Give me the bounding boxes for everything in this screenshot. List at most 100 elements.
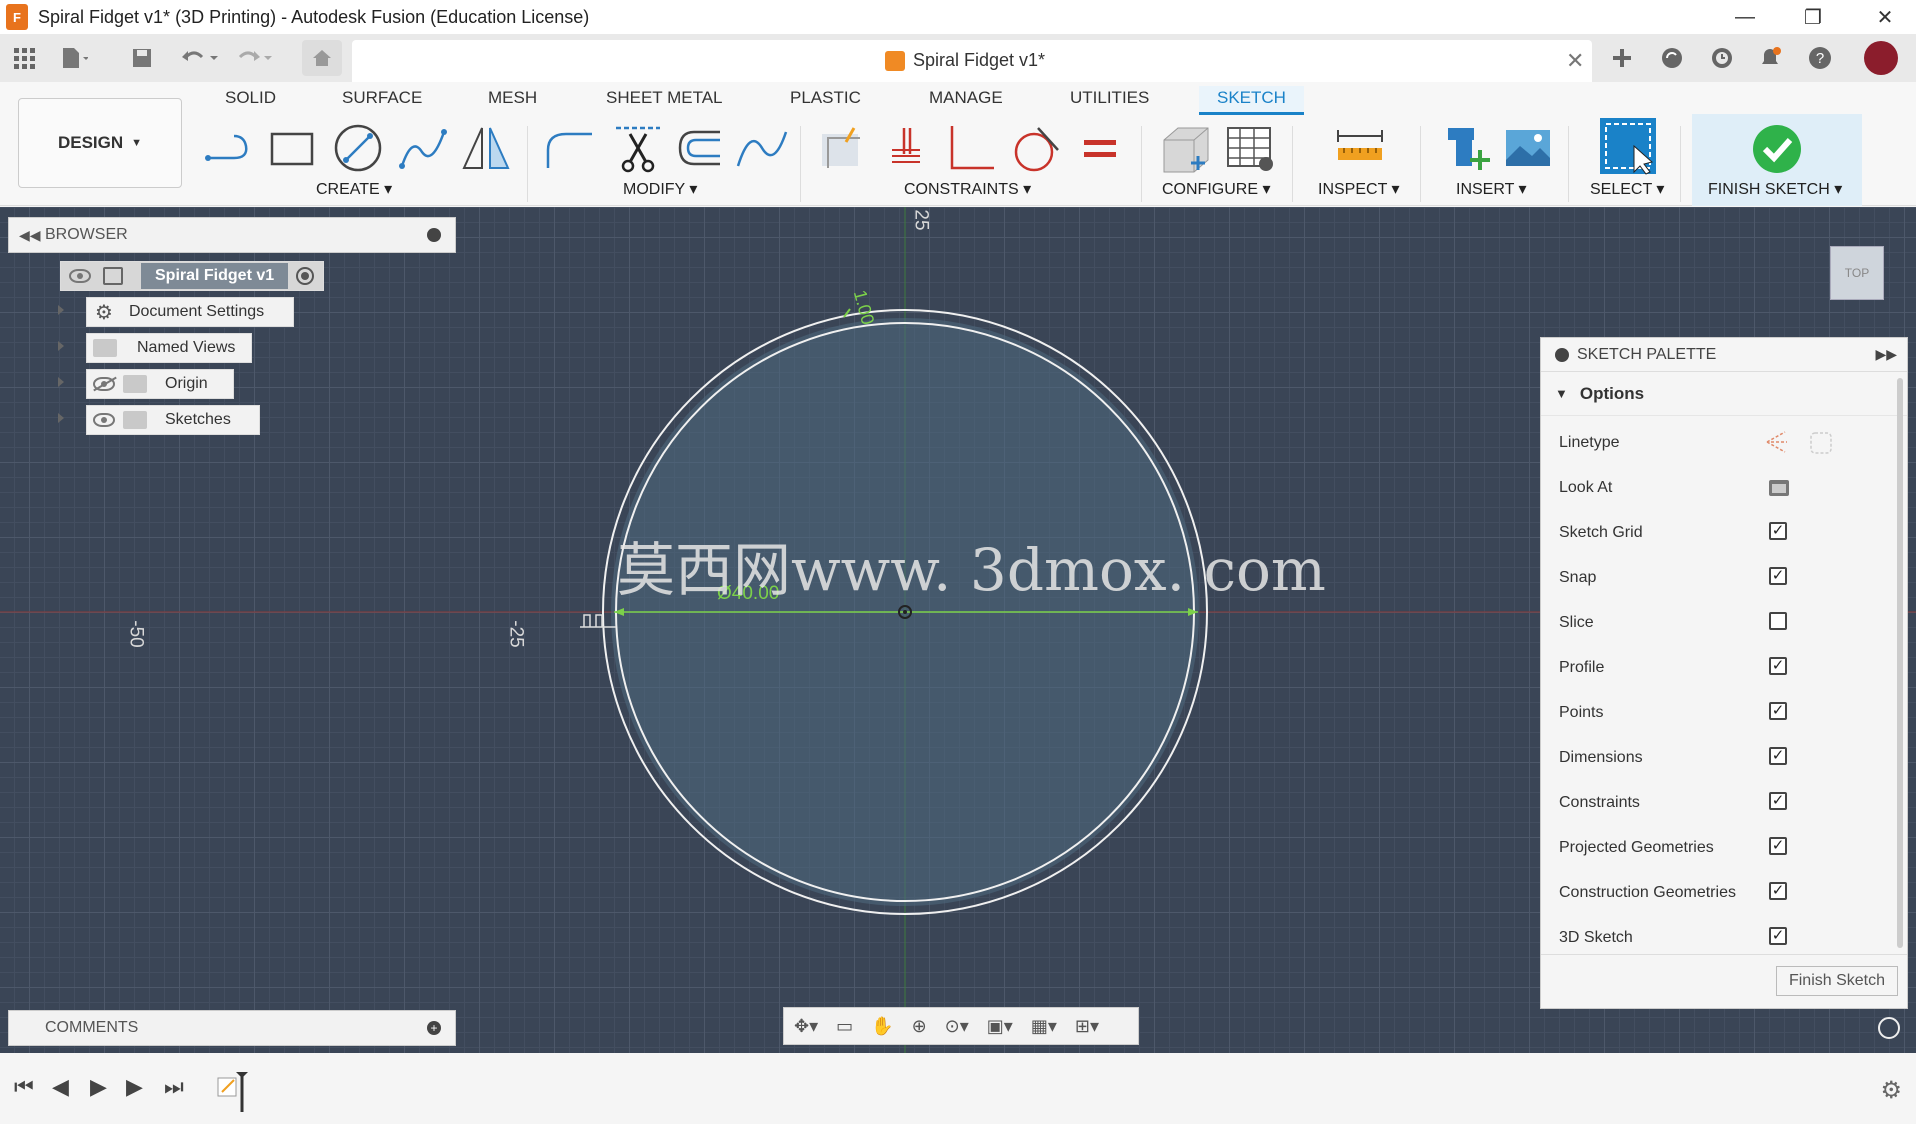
dimensions-checkbox[interactable]: ✓ <box>1769 747 1787 765</box>
close-window-button[interactable]: ✕ <box>1860 0 1910 34</box>
gear-icon[interactable]: ⚙ <box>1880 1076 1902 1105</box>
collapse-panel-icon[interactable]: ◀◀ <box>19 227 41 244</box>
step-back-icon[interactable]: ◀ <box>52 1074 69 1100</box>
expand-arrow-icon[interactable] <box>58 305 64 315</box>
tab-solid[interactable]: SOLID <box>225 88 276 108</box>
constraints-menu[interactable]: CONSTRAINTS ▾ <box>904 179 1031 199</box>
apps-grid-icon[interactable] <box>10 44 38 72</box>
insert-canvas-icon[interactable] <box>1500 120 1556 176</box>
projected-geometries-checkbox[interactable]: ✓ <box>1769 837 1787 855</box>
minimize-panel-icon[interactable] <box>427 228 441 242</box>
job-status-icon[interactable] <box>1708 44 1736 72</box>
trim-tool-icon[interactable] <box>610 120 666 176</box>
browser-panel-header[interactable]: ◀◀ BROWSER <box>8 217 456 253</box>
close-tab-button[interactable]: ✕ <box>1566 48 1584 74</box>
tab-sheet-metal[interactable]: SHEET METAL <box>606 88 723 108</box>
grid-settings-icon[interactable]: ▦▾ <box>1031 1016 1057 1037</box>
tab-surface[interactable]: SURFACE <box>342 88 422 108</box>
constraints-checkbox[interactable]: ✓ <box>1769 792 1787 810</box>
browser-item-sketches[interactable]: Sketches <box>86 405 260 435</box>
create-menu[interactable]: CREATE ▾ <box>316 179 392 199</box>
tab-manage[interactable]: MANAGE <box>929 88 1003 108</box>
sync-icon[interactable] <box>1658 44 1686 72</box>
spline-tool-icon[interactable] <box>396 120 452 176</box>
expand-arrow-icon[interactable] <box>58 341 64 351</box>
hidden-eye-icon[interactable] <box>93 376 117 392</box>
viewports-icon[interactable]: ⊞▾ <box>1075 1016 1099 1037</box>
look-at-icon[interactable] <box>1767 476 1791 498</box>
user-avatar[interactable] <box>1864 41 1898 75</box>
browser-item-origin[interactable]: Origin <box>86 369 234 399</box>
help-icon[interactable]: ? <box>1806 44 1834 72</box>
construction-geometries-checkbox[interactable]: ✓ <box>1769 882 1787 900</box>
root-component-label[interactable]: Spiral Fidget v1 <box>141 263 289 289</box>
redo-icon[interactable] <box>232 44 276 72</box>
file-menu-icon[interactable] <box>60 44 88 72</box>
inspect-menu[interactable]: INSPECT ▾ <box>1318 179 1400 199</box>
look-at-nav-icon[interactable]: ▭ <box>836 1016 853 1037</box>
minimize-button[interactable]: — <box>1720 0 1770 34</box>
tab-sketch[interactable]: SKETCH <box>1199 86 1304 115</box>
undo-icon[interactable] <box>178 44 222 72</box>
line-tool-icon[interactable] <box>202 120 258 176</box>
3d-sketch-checkbox[interactable]: ✓ <box>1769 927 1787 945</box>
step-forward-icon[interactable]: ▶ <box>126 1074 143 1100</box>
zoom-icon[interactable]: ⊕ <box>912 1016 927 1037</box>
restore-button[interactable]: ❐ <box>1788 0 1838 34</box>
expand-arrow-icon[interactable] <box>58 377 64 387</box>
select-menu[interactable]: SELECT ▾ <box>1590 179 1664 199</box>
save-icon[interactable] <box>128 44 156 72</box>
circle-tool-icon[interactable] <box>330 120 386 176</box>
comments-panel[interactable]: COMMENTS + <box>8 1010 456 1046</box>
configure-table-icon[interactable] <box>1222 120 1278 176</box>
workspace-switcher[interactable]: DESIGN ▼ <box>18 98 182 188</box>
profile-checkbox[interactable]: ✓ <box>1769 657 1787 675</box>
insert-menu[interactable]: INSERT ▾ <box>1456 179 1527 199</box>
timeline-sketch-marker-icon[interactable] <box>216 1068 256 1114</box>
minimize-palette-icon[interactable] <box>1555 347 1569 362</box>
home-icon[interactable] <box>302 40 342 76</box>
configure-cube-icon[interactable] <box>1158 120 1214 176</box>
perpendicular-constraint-icon[interactable] <box>944 120 1000 176</box>
tab-plastic[interactable]: PLASTIC <box>790 88 861 108</box>
tangent-constraint-icon[interactable] <box>1006 120 1062 176</box>
go-to-start-icon[interactable]: ⏮ <box>14 1074 34 1100</box>
points-checkbox[interactable]: ✓ <box>1769 702 1787 720</box>
new-tab-icon[interactable] <box>1608 44 1636 72</box>
notifications-icon[interactable] <box>1756 44 1784 72</box>
expand-arrow-icon[interactable] <box>58 413 64 423</box>
pan-icon[interactable]: ✋ <box>871 1016 893 1037</box>
select-tool-icon[interactable] <box>1596 114 1660 178</box>
orbit-icon[interactable]: ✥▾ <box>794 1016 818 1037</box>
view-cube[interactable]: TOP <box>1830 246 1884 300</box>
configure-menu[interactable]: CONFIGURE ▾ <box>1162 179 1270 199</box>
finish-sketch-button[interactable]: FINISH SKETCH ▾ <box>1692 114 1862 206</box>
equal-constraint-icon[interactable] <box>1072 120 1128 176</box>
modify-menu[interactable]: MODIFY ▾ <box>623 179 697 199</box>
snap-checkbox[interactable]: ✓ <box>1769 567 1787 585</box>
browser-item-named-views[interactable]: Named Views <box>86 333 252 363</box>
camera-toggle-icon[interactable] <box>1878 1017 1900 1039</box>
offset-tool-icon[interactable] <box>672 120 728 176</box>
expand-palette-icon[interactable]: ▶▶ <box>1875 346 1897 363</box>
zoom-window-icon[interactable]: ⊙▾ <box>945 1016 969 1037</box>
coincident-constraint-icon[interactable] <box>878 120 934 176</box>
mirror-tool-icon[interactable] <box>458 120 514 176</box>
linetype-icons[interactable] <box>1763 430 1833 456</box>
slice-checkbox[interactable] <box>1769 612 1787 630</box>
visibility-eye-icon[interactable] <box>93 413 115 427</box>
insert-derive-icon[interactable] <box>1440 120 1496 176</box>
tab-mesh[interactable]: MESH <box>488 88 537 108</box>
visibility-eye-icon[interactable] <box>69 269 91 283</box>
display-settings-icon[interactable]: ▣▾ <box>987 1016 1013 1037</box>
add-comment-icon[interactable]: + <box>427 1021 441 1035</box>
palette-scrollbar[interactable] <box>1897 378 1903 948</box>
fillet-tool-icon[interactable] <box>540 120 596 176</box>
sketch-grid-checkbox[interactable]: ✓ <box>1769 522 1787 540</box>
curve-tool-icon[interactable] <box>734 120 790 176</box>
rectangle-tool-icon[interactable] <box>264 120 320 176</box>
finish-sketch-palette-button[interactable]: Finish Sketch <box>1776 966 1898 996</box>
tab-utilities[interactable]: UTILITIES <box>1070 88 1149 108</box>
activate-radio-icon[interactable] <box>296 267 315 285</box>
options-section-header[interactable]: ▼ Options <box>1541 372 1907 416</box>
